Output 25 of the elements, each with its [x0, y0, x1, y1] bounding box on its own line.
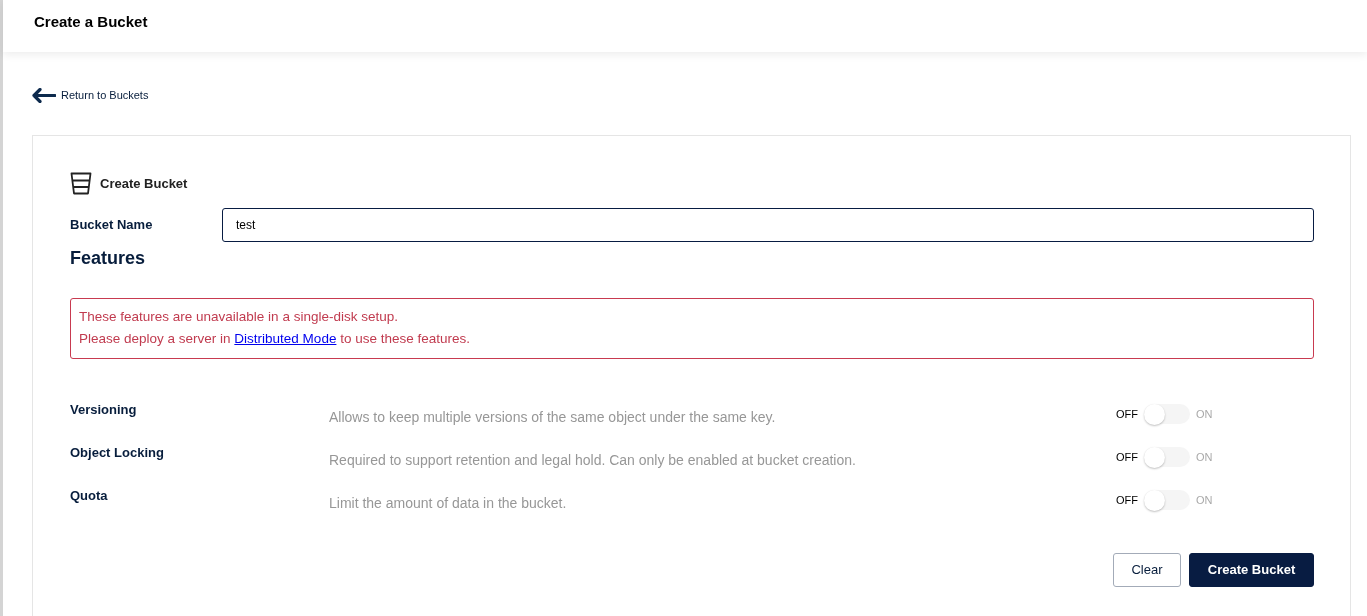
alert-text: Please deploy a server in Distributed Mode to use these features. — [79, 330, 471, 348]
alert-text: These features are unavailable in a single-disk setup. — [79, 308, 399, 326]
back-arrow-icon — [32, 87, 56, 103]
field-label: Bucket Name — [70, 216, 154, 235]
toggle-off-label: OFF — [1116, 449, 1138, 465]
toggle-on-label: ON — [1196, 492, 1213, 508]
toggle-off-label: OFF — [1116, 406, 1138, 422]
create-bucket-button[interactable]: Create Bucket — [1189, 553, 1314, 587]
feature-description: Allows to keep multiple versions of the same object under the same key. — [329, 408, 777, 426]
return-link[interactable]: Return to Buckets — [32, 85, 149, 105]
toggle-on-label: ON — [1196, 406, 1213, 422]
clear-button[interactable]: Clear — [1113, 553, 1181, 587]
bucket-icon — [70, 172, 92, 195]
form-title: Create Bucket — [100, 174, 188, 193]
page-title: Create a Bucket — [34, 12, 148, 32]
feature-label: Versioning — [70, 401, 138, 419]
feature-description: Required to support retention and legal hold. Can only be enabled at bucket creation. — [329, 451, 857, 469]
toggle-off-label: OFF — [1116, 492, 1138, 508]
distributed-mode-link[interactable]: Distributed Mode — [234, 331, 337, 346]
feature-description: Limit the amount of data in the bucket. — [329, 494, 568, 512]
toggle-on-label: ON — [1196, 449, 1213, 465]
bucket-name-input[interactable]: test — [222, 208, 1314, 242]
section-heading: Features — [70, 247, 147, 270]
feature-label: Object Locking — [70, 444, 165, 462]
feature-label: Quota — [70, 487, 109, 505]
